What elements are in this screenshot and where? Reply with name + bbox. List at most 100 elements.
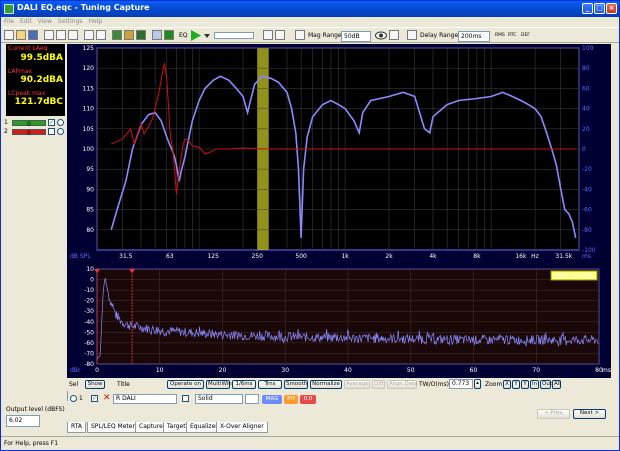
menu-help[interactable]: Help (86, 17, 106, 26)
delay-tag[interactable]: 0.0 (300, 395, 316, 404)
mag-tag[interactable]: MAG (262, 395, 282, 404)
rtc-label[interactable]: RTC (508, 30, 516, 41)
frequency-response-chart[interactable]: 80 85 90 95 100 105 110 115 120 125 -100 -80 -60 -40-… (67, 44, 611, 266)
color-swatch[interactable] (245, 394, 259, 404)
new-file-icon[interactable] (4, 30, 14, 40)
twoms-spinner[interactable]: ▴ (474, 379, 481, 389)
twoms-value: 0.773 (452, 380, 470, 387)
open-folder-icon[interactable] (16, 30, 26, 40)
zoom-y2-button[interactable]: Y (521, 380, 529, 389)
tab-label: SPL/LEQ Meter (91, 423, 135, 430)
grid-icon[interactable] (112, 30, 122, 40)
show-button[interactable]: Show (85, 380, 105, 389)
y-tick-label: 80 (86, 227, 94, 234)
tab-x-over-aligner[interactable]: X-Over Aligner (216, 422, 268, 433)
tab-label: X-Over Aligner (220, 423, 264, 430)
x-tick-label: 2k (385, 253, 393, 260)
channel-checkbox[interactable]: ✓ (48, 119, 55, 126)
menu-settings[interactable]: Settings (55, 17, 86, 26)
x-tick-label: 40 (344, 367, 352, 374)
y-tick-label: -20 (84, 298, 94, 305)
play-icon[interactable] (190, 30, 202, 41)
y-tick-label: 110 (83, 106, 95, 113)
y-tick-label: 115 (83, 85, 95, 92)
smooth-button[interactable]: Smooth (284, 380, 308, 389)
line-style-select[interactable]: Solid (195, 394, 243, 404)
normalize-button[interactable]: Normalize (310, 380, 342, 389)
row-show-checkbox[interactable]: ✓ (91, 395, 98, 402)
rms-label[interactable]: RMS (495, 30, 505, 41)
zoom-label: Zoom (485, 381, 503, 388)
y2-tick-label: -80 (582, 227, 592, 234)
def-label[interactable]: DEF (521, 30, 530, 41)
print-icon[interactable] (84, 30, 94, 40)
copy-icon[interactable] (56, 30, 66, 40)
tab-label: Capture (139, 423, 163, 430)
trns-button[interactable]: Trns (258, 380, 282, 389)
minimize-button[interactable]: _ (582, 3, 593, 14)
maximize-button[interactable]: □ (594, 3, 605, 14)
y-tick-label: 120 (83, 65, 95, 72)
next-button[interactable]: Next > (573, 409, 606, 419)
db-icon[interactable] (295, 30, 305, 40)
waveform-icon[interactable] (263, 30, 273, 40)
row-select-radio[interactable] (70, 395, 77, 402)
help-icon[interactable] (96, 30, 106, 40)
impulse-response-chart[interactable]: 10 0 -10 -20 -30 -40 -50 -60 -70 -80 0 10 20 30 40 50 60… (67, 266, 611, 378)
paste-icon[interactable] (68, 30, 78, 40)
twoms-input[interactable]: 0.773 (449, 379, 473, 389)
save-icon[interactable] (28, 30, 38, 40)
channel-radio[interactable] (57, 119, 64, 126)
twoms-label: TW/O(ms) (419, 381, 449, 388)
menu-view[interactable]: View (35, 17, 55, 26)
sweep-icon[interactable] (275, 30, 285, 40)
average-button[interactable]: Average (344, 380, 370, 389)
y-tick-label: 10 (86, 266, 94, 273)
title-bar: DALI EQ.eqc - Tuning Capture _ □ × (1, 1, 619, 17)
zoom-y-button[interactable]: Y (512, 380, 520, 389)
eye-icon[interactable] (375, 30, 387, 41)
tab-label: Target (167, 423, 186, 430)
row-color-checkbox[interactable] (182, 395, 189, 402)
mag-range-select[interactable]: 50dB (341, 31, 371, 42)
phase-tag[interactable]: PH (284, 395, 298, 404)
zoom-in-button[interactable]: In (530, 380, 539, 389)
x-tick-label: 20 (219, 367, 227, 374)
output-level-input[interactable]: 6.02 (6, 415, 40, 427)
delay-range-select[interactable]: 200ms (458, 31, 490, 42)
multiwin-button[interactable]: MultiWin (206, 380, 232, 389)
output-level-slider[interactable] (214, 32, 254, 39)
channel-radio[interactable] (57, 128, 64, 135)
delete-icon[interactable]: ✕ (103, 393, 111, 403)
zoom-x-button[interactable]: X (503, 380, 511, 389)
diff-button[interactable]: Diff (372, 380, 385, 389)
prev-button[interactable]: < Prev (537, 409, 570, 419)
x-tick-label: 10 (156, 367, 164, 374)
zoom-all-button[interactable]: All (552, 380, 561, 389)
y2-tick-label: 40 (582, 106, 590, 113)
settings-icon[interactable] (389, 30, 399, 40)
smoothing-button[interactable]: 1/6ms (232, 380, 256, 389)
calculator-icon[interactable] (152, 30, 162, 40)
operate-on-button[interactable]: Operate on (167, 380, 204, 389)
button-label: Operate on (170, 381, 201, 387)
ruler-icon[interactable] (164, 30, 174, 40)
close-button[interactable]: × (606, 3, 617, 14)
scissors-icon[interactable] (124, 30, 134, 40)
export-icon[interactable] (136, 30, 146, 40)
app-icon (4, 4, 14, 14)
zoom-out-button[interactable]: Out (540, 380, 552, 389)
delay-icon[interactable] (407, 30, 417, 40)
channel-checkbox[interactable] (48, 128, 55, 135)
channel-value: 0 (27, 121, 31, 128)
play-dropdown-icon[interactable] (204, 30, 210, 41)
cut-icon[interactable] (44, 30, 54, 40)
menu-file[interactable]: File (1, 17, 17, 26)
capture-title-input[interactable]: R DALI (113, 394, 177, 404)
align-data-button[interactable]: Align Data (387, 380, 418, 389)
left-panel: Current LAeq 99.5dBA LAFmax 90.2dBA LCpe… (2, 44, 66, 427)
tab-spl-leq-meter[interactable]: SPL/LEQ Meter (87, 422, 139, 433)
tag-label: PH (287, 396, 295, 402)
tab-rta[interactable]: RTA (67, 422, 87, 433)
menu-edit[interactable]: Edit (17, 17, 35, 26)
